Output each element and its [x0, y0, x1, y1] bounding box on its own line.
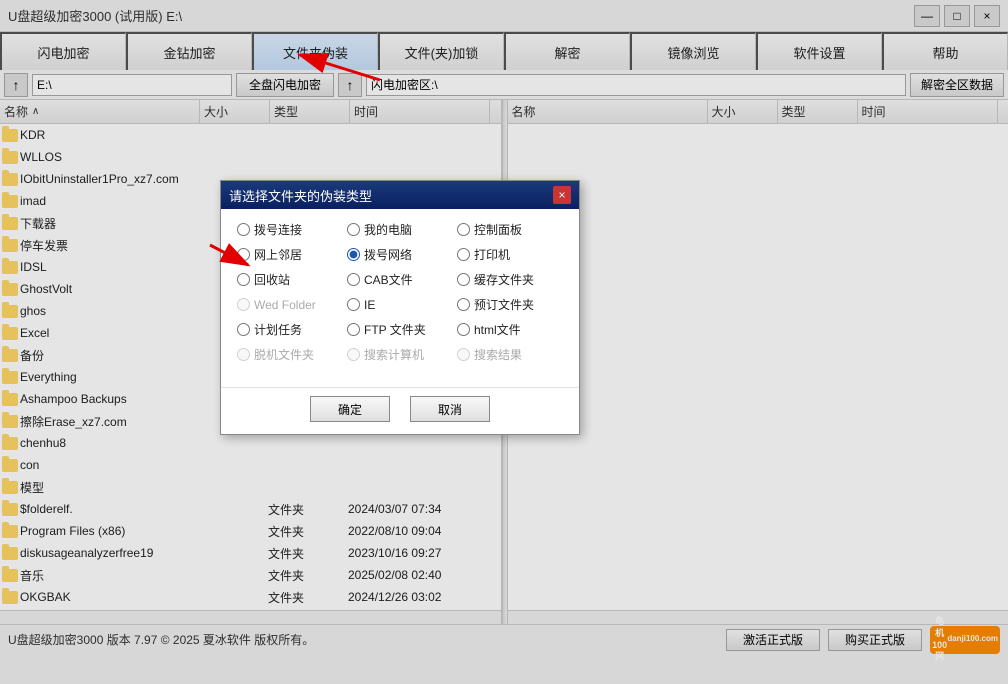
radio-option-grid: 拨号连接 我的电脑 控制面板网上邻居 拨号网络 打印机回收站 CAB文件 缓存文件夹 Wed … — [237, 221, 563, 363]
radio-input-printer[interactable] — [457, 248, 470, 261]
radio-input-search-computer[interactable] — [347, 348, 360, 361]
radio-input-ftp-folder[interactable] — [347, 323, 360, 336]
radio-input-dial-up[interactable] — [237, 223, 250, 236]
radio-input-dial-network[interactable] — [347, 248, 360, 261]
radio-item-network-neighbors[interactable]: 网上邻居 — [237, 246, 343, 263]
radio-input-ie[interactable] — [347, 298, 360, 311]
radio-label-search-computer: 搜索计算机 — [364, 346, 424, 363]
radio-item-html-file[interactable]: html文件 — [457, 321, 563, 338]
dialog-close-button[interactable]: × — [553, 186, 571, 204]
radio-input-web-folder[interactable] — [237, 298, 250, 311]
radio-input-recycle-bin[interactable] — [237, 273, 250, 286]
dialog-title: 请选择文件夹的伪装类型 — [229, 186, 372, 205]
radio-item-ie[interactable]: IE — [347, 296, 453, 313]
radio-item-scheduled-task[interactable]: 计划任务 — [237, 321, 343, 338]
dialog-confirm-button[interactable]: 确定 — [310, 396, 390, 422]
radio-input-cab-file[interactable] — [347, 273, 360, 286]
radio-label-cab-file: CAB文件 — [364, 271, 413, 288]
radio-label-reserved-folder: 预订文件夹 — [474, 296, 534, 313]
radio-item-offline-folder[interactable]: 脱机文件夹 — [237, 346, 343, 363]
radio-label-search-results: 搜索结果 — [474, 346, 522, 363]
radio-input-network-neighbors[interactable] — [237, 248, 250, 261]
radio-item-control-panel[interactable]: 控制面板 — [457, 221, 563, 238]
radio-label-scheduled-task: 计划任务 — [254, 321, 302, 338]
dialog-footer: 确定 取消 — [221, 387, 579, 434]
dialog-body: 拨号连接 我的电脑 控制面板网上邻居 拨号网络 打印机回收站 CAB文件 缓存文件夹 Wed … — [221, 209, 579, 383]
disguise-type-dialog: 请选择文件夹的伪装类型 × 拨号连接 我的电脑 控制面板网上邻居 拨号网络 打印机回收站… — [220, 180, 580, 435]
radio-label-network-neighbors: 网上邻居 — [254, 246, 302, 263]
radio-label-dial-network: 拨号网络 — [364, 246, 412, 263]
radio-input-control-panel[interactable] — [457, 223, 470, 236]
radio-item-printer[interactable]: 打印机 — [457, 246, 563, 263]
radio-label-recycle-bin: 回收站 — [254, 271, 290, 288]
radio-item-dial-up[interactable]: 拨号连接 — [237, 221, 343, 238]
radio-label-offline-folder: 脱机文件夹 — [254, 346, 314, 363]
radio-label-web-folder: Wed Folder — [254, 298, 316, 312]
radio-item-search-results[interactable]: 搜索结果 — [457, 346, 563, 363]
radio-item-cache-folder[interactable]: 缓存文件夹 — [457, 271, 563, 288]
radio-item-recycle-bin[interactable]: 回收站 — [237, 271, 343, 288]
radio-item-my-computer[interactable]: 我的电脑 — [347, 221, 453, 238]
radio-label-dial-up: 拨号连接 — [254, 221, 302, 238]
radio-item-dial-network[interactable]: 拨号网络 — [347, 246, 453, 263]
radio-label-printer: 打印机 — [474, 246, 510, 263]
radio-item-search-computer[interactable]: 搜索计算机 — [347, 346, 453, 363]
dialog-titlebar: 请选择文件夹的伪装类型 × — [221, 181, 579, 209]
radio-input-my-computer[interactable] — [347, 223, 360, 236]
radio-item-web-folder[interactable]: Wed Folder — [237, 296, 343, 313]
radio-label-control-panel: 控制面板 — [474, 221, 522, 238]
radio-label-ftp-folder: FTP 文件夹 — [364, 321, 426, 338]
radio-item-ftp-folder[interactable]: FTP 文件夹 — [347, 321, 453, 338]
radio-label-ie: IE — [364, 298, 375, 312]
radio-input-html-file[interactable] — [457, 323, 470, 336]
radio-label-html-file: html文件 — [474, 321, 521, 338]
radio-input-search-results[interactable] — [457, 348, 470, 361]
radio-input-scheduled-task[interactable] — [237, 323, 250, 336]
radio-item-cab-file[interactable]: CAB文件 — [347, 271, 453, 288]
radio-label-cache-folder: 缓存文件夹 — [474, 271, 534, 288]
radio-input-reserved-folder[interactable] — [457, 298, 470, 311]
dialog-cancel-button[interactable]: 取消 — [410, 396, 490, 422]
radio-input-offline-folder[interactable] — [237, 348, 250, 361]
radio-input-cache-folder[interactable] — [457, 273, 470, 286]
radio-label-my-computer: 我的电脑 — [364, 221, 412, 238]
radio-item-reserved-folder[interactable]: 预订文件夹 — [457, 296, 563, 313]
